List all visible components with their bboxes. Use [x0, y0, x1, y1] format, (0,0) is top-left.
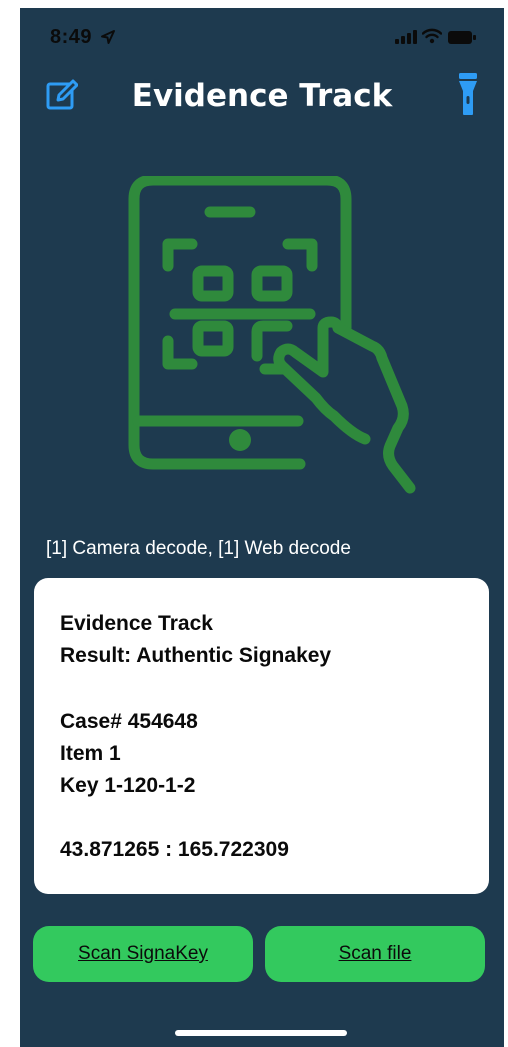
- phone-qr-scan-illustration: [128, 176, 416, 494]
- flashlight-icon[interactable]: [458, 72, 478, 116]
- result-coordinates: 43.871265 : 165.722309: [60, 838, 289, 861]
- result-item: Item 1: [60, 742, 121, 765]
- scan-signakey-button[interactable]: Scan SignaKey: [33, 926, 253, 982]
- home-indicator[interactable]: [175, 1030, 347, 1036]
- result-case-number: Case# 454648: [60, 710, 198, 733]
- battery-icon: [448, 31, 476, 44]
- location-arrow-icon: [101, 30, 115, 44]
- result-app-name: Evidence Track: [60, 612, 213, 635]
- status-time: 8:49: [50, 26, 93, 48]
- result-key: Key 1-120-1-2: [60, 774, 196, 797]
- scan-signakey-label: Scan SignaKey: [78, 943, 208, 964]
- decode-status-text: [1] Camera decode, [1] Web decode: [46, 538, 351, 559]
- app-screen: 8:49 Evidence Track [1] Camera decode, […: [20, 8, 504, 1047]
- page-title: Evidence Track: [131, 78, 393, 114]
- cellular-signal-icon: [395, 30, 417, 44]
- result-card: Evidence Track Result: Authentic Signake…: [34, 578, 489, 894]
- scan-file-label: Scan file: [338, 943, 412, 964]
- navigation-bar: Evidence Track: [20, 68, 504, 128]
- scan-file-button[interactable]: Scan file: [265, 926, 485, 982]
- wifi-icon: [422, 28, 442, 44]
- status-bar: 8:49: [20, 8, 504, 66]
- result-status: Result: Authentic Signakey: [60, 644, 332, 667]
